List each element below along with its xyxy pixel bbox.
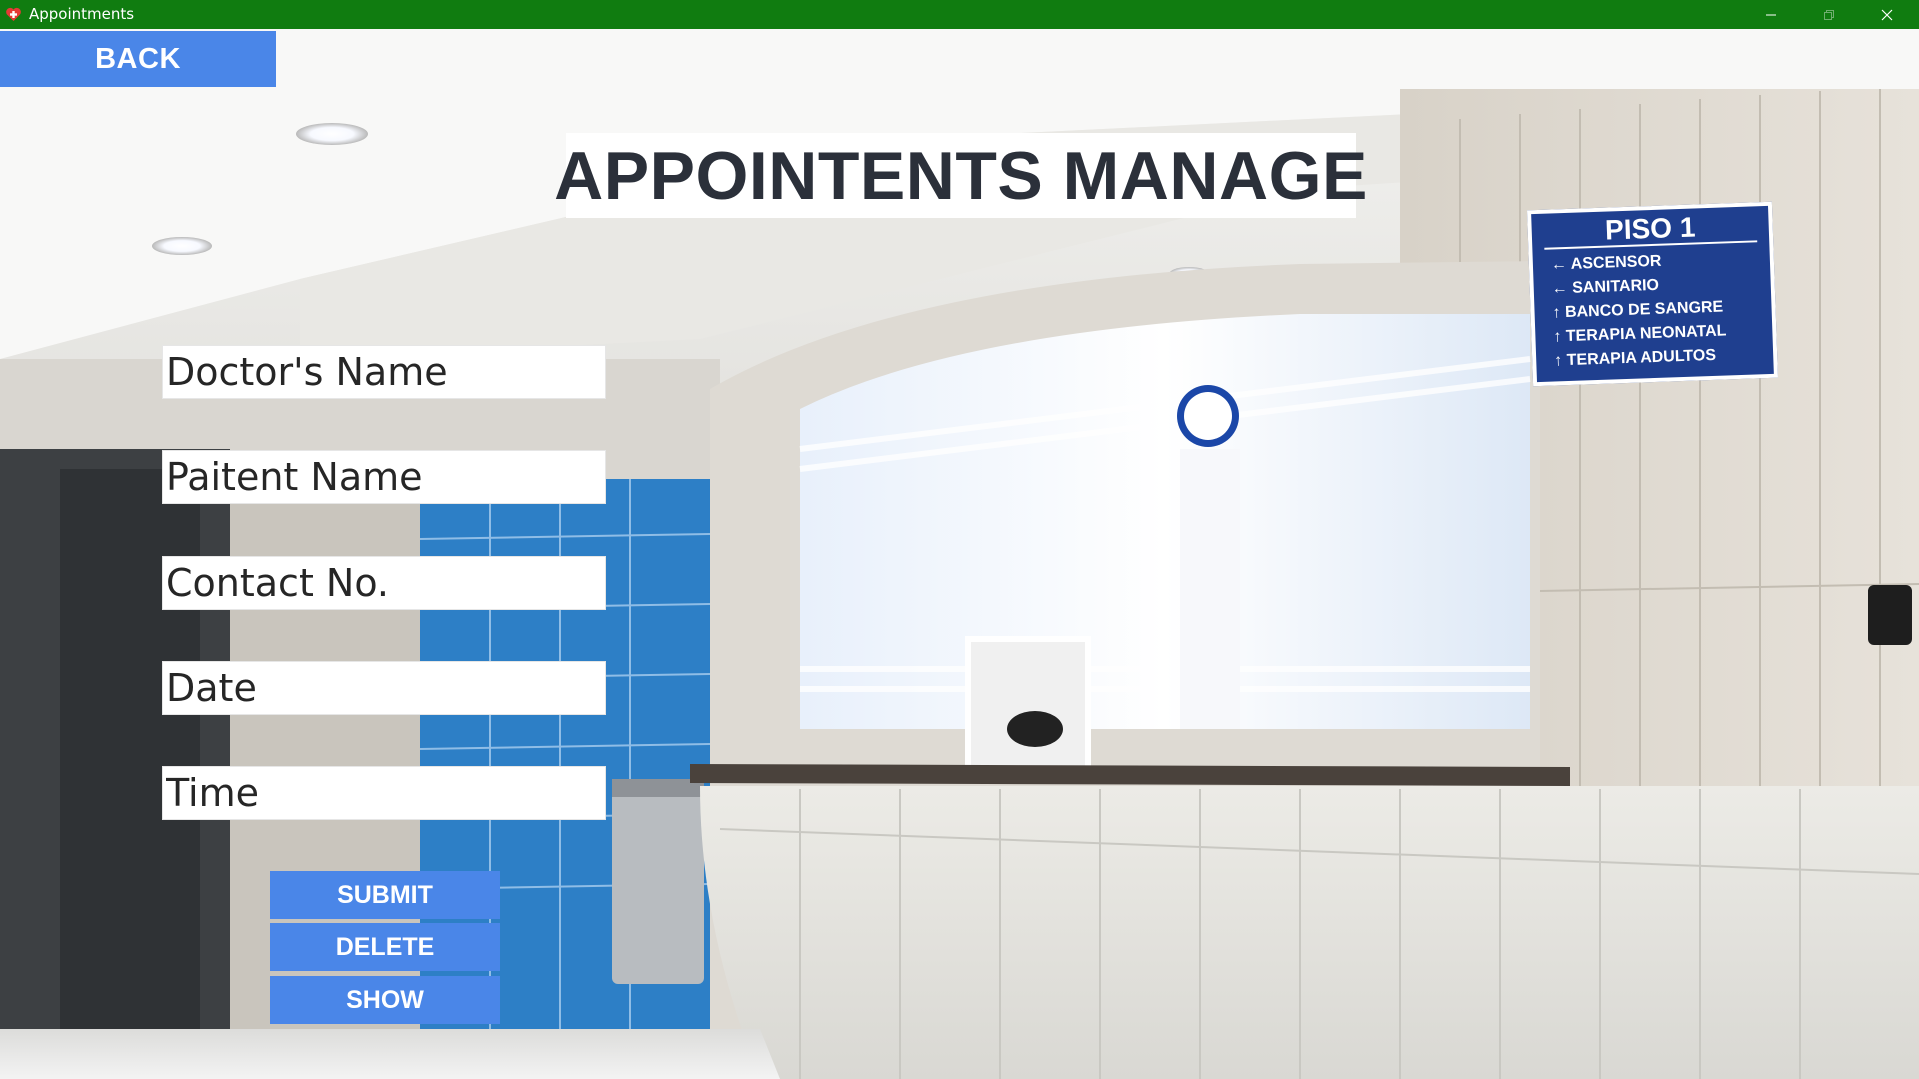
patient-name-field[interactable] — [162, 450, 606, 504]
back-button[interactable]: BACK — [0, 31, 276, 87]
sign-title: PISO 1 — [1543, 210, 1758, 250]
page-title: APPOINTENTS MANAGE — [554, 133, 1367, 218]
minimize-icon — [1766, 14, 1776, 15]
doctor-name-field[interactable] — [162, 345, 606, 399]
app-heart-icon — [6, 7, 21, 21]
time-field[interactable] — [162, 766, 606, 820]
delete-button[interactable]: DELETE — [270, 923, 500, 971]
date-field[interactable] — [162, 661, 606, 715]
window-title: Appointments — [29, 5, 135, 23]
show-button[interactable]: SHOW — [270, 976, 500, 1024]
minimize-button[interactable] — [1742, 0, 1800, 29]
close-button[interactable] — [1858, 0, 1916, 29]
floor-directory-sign: PISO 1 ← ASCENSOR ← SANITARIO ↑ BANCO DE… — [1527, 201, 1778, 387]
submit-button[interactable]: SUBMIT — [270, 871, 500, 919]
window-titlebar: Appointments — [0, 0, 1919, 29]
maximize-button[interactable] — [1800, 0, 1858, 29]
close-icon — [1881, 9, 1893, 20]
maximize-icon — [1824, 9, 1834, 20]
contact-number-field[interactable] — [162, 556, 606, 610]
